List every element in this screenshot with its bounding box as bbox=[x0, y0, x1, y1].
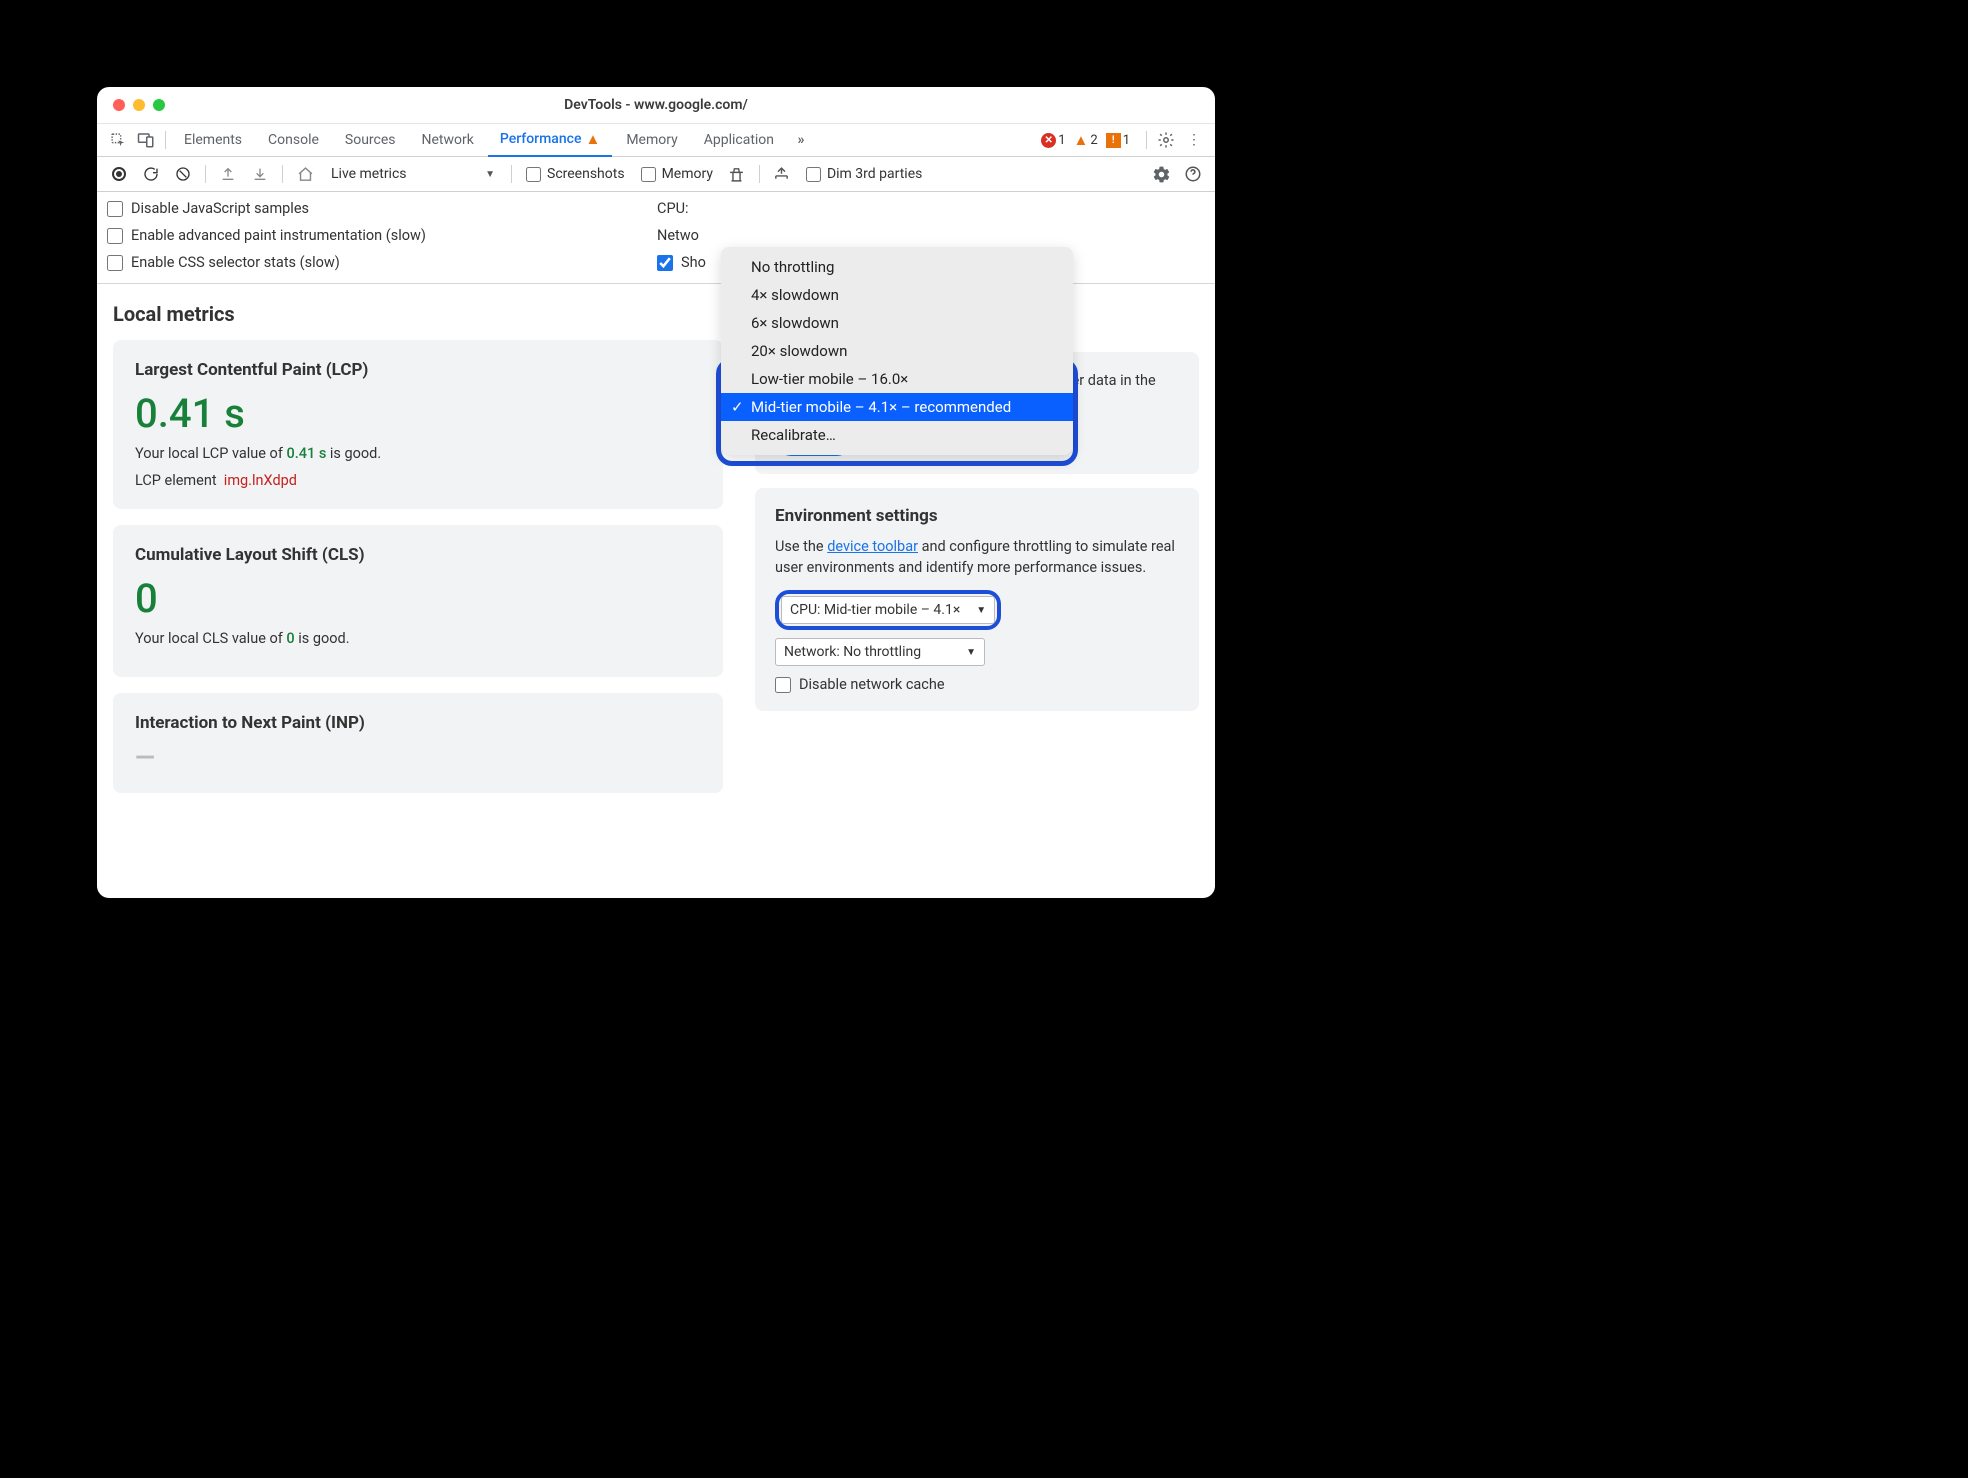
dropdown-item-20x[interactable]: 20× slowdown bbox=[721, 337, 1073, 365]
performance-toolbar: Live metrics ▼ Screenshots Memory Dim 3r… bbox=[97, 157, 1215, 192]
panel-tabs: Elements Console Sources Network Perform… bbox=[97, 124, 1215, 157]
info-icon: ! bbox=[1106, 133, 1121, 148]
inp-title: Interaction to Next Paint (INP) bbox=[135, 713, 701, 733]
env-settings-card: Environment settings Use the device tool… bbox=[755, 488, 1199, 711]
tab-memory[interactable]: Memory bbox=[614, 124, 689, 157]
tab-elements[interactable]: Elements bbox=[172, 124, 254, 157]
warning-count: 2 bbox=[1090, 133, 1097, 148]
inp-value-placeholder: — bbox=[135, 743, 701, 773]
dropdown-item-4x[interactable]: 4× slowdown bbox=[721, 281, 1073, 309]
device-toolbar-icon[interactable] bbox=[133, 127, 159, 153]
separator bbox=[205, 165, 206, 183]
dropdown-item-6x[interactable]: 6× slowdown bbox=[721, 309, 1073, 337]
download-icon[interactable] bbox=[246, 160, 274, 188]
error-count: 1 bbox=[1058, 133, 1065, 148]
screenshots-checkbox-input[interactable] bbox=[526, 167, 541, 182]
cls-title: Cumulative Layout Shift (CLS) bbox=[135, 545, 701, 565]
memory-checkbox-input[interactable] bbox=[641, 167, 656, 182]
network-row: Netwo bbox=[657, 227, 706, 244]
settings-gear-icon[interactable] bbox=[1153, 127, 1179, 153]
separator bbox=[282, 165, 283, 183]
tab-application[interactable]: Application bbox=[692, 124, 786, 157]
error-icon: ✕ bbox=[1041, 133, 1056, 148]
lcp-value: 0.41 s bbox=[135, 390, 701, 437]
separator bbox=[511, 165, 512, 183]
cpu-select-highlight: CPU: Mid-tier mobile – 4.1× ▼ bbox=[775, 590, 1001, 630]
cpu-row: CPU: bbox=[657, 200, 706, 217]
tab-performance[interactable]: Performance ▲ bbox=[488, 124, 612, 157]
tab-console[interactable]: Console bbox=[256, 124, 331, 157]
dropdown-item-recalibrate[interactable]: Recalibrate… bbox=[721, 421, 1073, 449]
cpu-throttle-select[interactable]: CPU: Mid-tier mobile – 4.1× ▼ bbox=[781, 596, 995, 624]
local-metrics-heading: Local metrics bbox=[113, 302, 723, 326]
disable-cache-checkbox[interactable]: Disable network cache bbox=[775, 676, 1179, 693]
chevron-down-icon: ▼ bbox=[976, 605, 986, 616]
dropdown-item-mid-tier[interactable]: Mid-tier mobile – 4.1× – recommended bbox=[721, 393, 1073, 421]
help-icon[interactable] bbox=[1179, 160, 1207, 188]
separator bbox=[165, 131, 166, 149]
lcp-element-row: LCP element img.lnXdpd bbox=[135, 472, 701, 489]
separator bbox=[759, 165, 760, 183]
disable-js-checkbox[interactable]: Disable JavaScript samples bbox=[107, 200, 647, 217]
window-title: DevTools - www.google.com/ bbox=[97, 97, 1215, 113]
device-toolbar-link[interactable]: device toolbar bbox=[827, 538, 918, 555]
reload-record-icon[interactable] bbox=[137, 160, 165, 188]
cls-desc: Your local CLS value of 0 is good. bbox=[135, 630, 701, 647]
chevron-down-icon: ▼ bbox=[485, 169, 495, 180]
record-icon[interactable] bbox=[105, 160, 133, 188]
env-heading: Environment settings bbox=[775, 506, 1179, 526]
separator bbox=[1146, 131, 1147, 149]
screenshots-checkbox[interactable]: Screenshots bbox=[520, 166, 631, 182]
memory-checkbox[interactable]: Memory bbox=[635, 166, 719, 182]
titlebar: DevTools - www.google.com/ bbox=[97, 87, 1215, 124]
net-select-label: Network: No throttling bbox=[784, 644, 921, 660]
lcp-card: Largest Contentful Paint (LCP) 0.41 s Yo… bbox=[113, 340, 723, 509]
tab-performance-label: Performance bbox=[500, 131, 582, 147]
lcp-title: Largest Contentful Paint (LCP) bbox=[135, 360, 701, 380]
dropdown-item-no-throttle[interactable]: No throttling bbox=[721, 253, 1073, 281]
css-stats-checkbox[interactable]: Enable CSS selector stats (slow) bbox=[107, 254, 647, 271]
network-throttle-select[interactable]: Network: No throttling ▼ bbox=[775, 638, 985, 666]
chevron-down-icon: ▼ bbox=[966, 647, 976, 658]
collect-garbage-icon[interactable] bbox=[723, 160, 751, 188]
devtools-window: DevTools - www.google.com/ Elements Cons… bbox=[97, 87, 1215, 898]
cls-card: Cumulative Layout Shift (CLS) 0 Your loc… bbox=[113, 525, 723, 677]
tab-sources[interactable]: Sources bbox=[333, 124, 408, 157]
info-count: 1 bbox=[1123, 133, 1130, 148]
more-tabs-icon[interactable]: » bbox=[788, 127, 814, 153]
capture-settings-gear-icon[interactable] bbox=[1147, 160, 1175, 188]
clear-icon[interactable] bbox=[169, 160, 197, 188]
warning-icon: ▲ bbox=[1074, 131, 1089, 149]
upload-icon[interactable] bbox=[214, 160, 242, 188]
home-icon[interactable] bbox=[291, 160, 319, 188]
tab-network[interactable]: Network bbox=[410, 124, 486, 157]
adv-paint-checkbox[interactable]: Enable advanced paint instrumentation (s… bbox=[107, 227, 647, 244]
inspect-icon[interactable] bbox=[105, 127, 131, 153]
local-metrics-panel: Local metrics Largest Contentful Paint (… bbox=[97, 284, 739, 884]
kebab-menu-icon[interactable]: ⋮ bbox=[1181, 127, 1207, 153]
cpu-select-label: CPU: Mid-tier mobile – 4.1× bbox=[790, 602, 960, 618]
metrics-select[interactable]: Live metrics ▼ bbox=[323, 166, 503, 182]
metrics-select-label: Live metrics bbox=[331, 166, 407, 182]
dropdown-item-low-tier[interactable]: Low-tier mobile – 16.0× bbox=[721, 365, 1073, 393]
cpu-throttle-dropdown: No throttling 4× slowdown 6× slowdown 20… bbox=[721, 247, 1073, 455]
env-text: Use the device toolbar and configure thr… bbox=[775, 536, 1179, 578]
inp-card: Interaction to Next Paint (INP) — bbox=[113, 693, 723, 793]
issue-badges[interactable]: ✕1 ▲2 !1 bbox=[1037, 131, 1140, 149]
lcp-element-selector[interactable]: img.lnXdpd bbox=[224, 472, 297, 489]
show-checkbox[interactable]: Sho bbox=[657, 254, 706, 271]
warning-icon: ▲ bbox=[585, 130, 600, 148]
shortcut-icon[interactable] bbox=[768, 160, 796, 188]
dim-checkbox[interactable]: Dim 3rd parties bbox=[800, 166, 928, 182]
lcp-desc: Your local LCP value of 0.41 s is good. bbox=[135, 445, 701, 462]
dim-checkbox-input[interactable] bbox=[806, 167, 821, 182]
cls-value: 0 bbox=[135, 575, 701, 622]
